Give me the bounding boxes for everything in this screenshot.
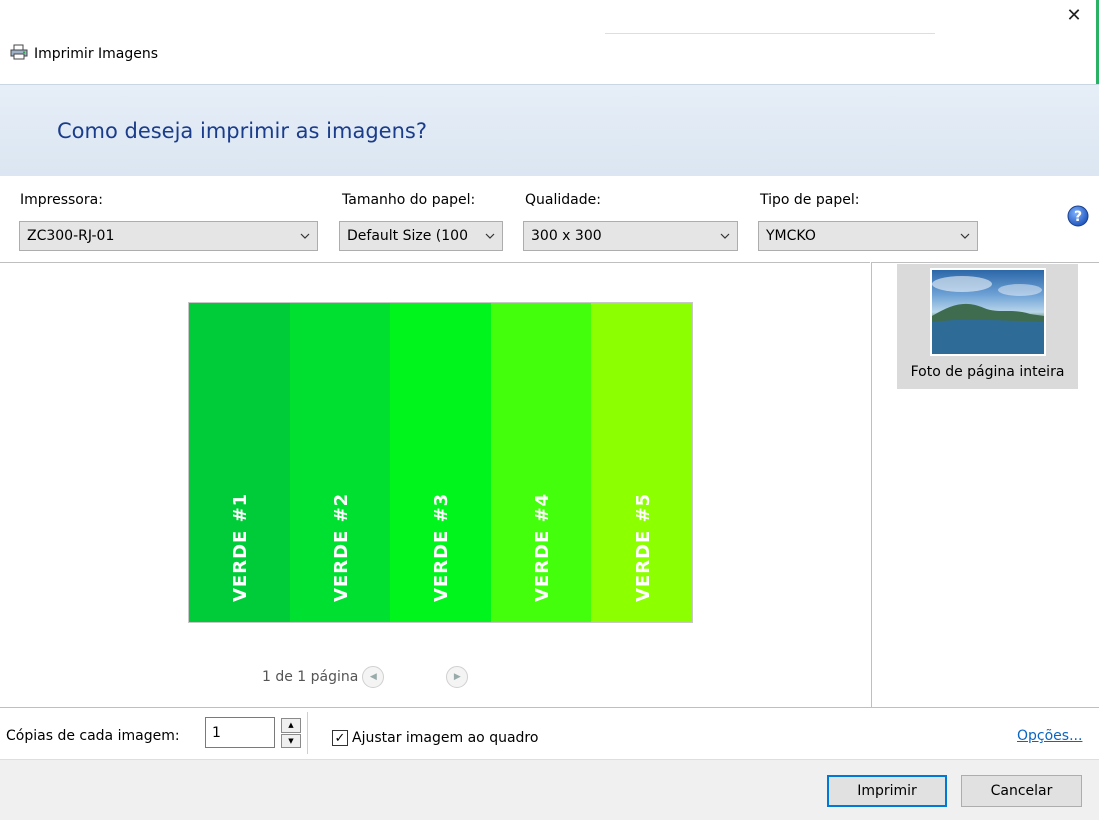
paper-type-select[interactable]: YMCKO (758, 221, 978, 251)
printer-icon (10, 44, 28, 64)
preview-stripe: VERDE #3 (390, 303, 491, 622)
header-band: Como deseja imprimir as imagens? (0, 84, 1099, 176)
copies-label: Cópias de cada imagem: (6, 728, 180, 744)
stripe-label: VERDE #3 (431, 492, 453, 602)
print-button[interactable]: Imprimir (827, 775, 947, 807)
next-page-button[interactable]: ▶ (446, 666, 469, 688)
copies-row: Cópias de cada imagem: 1 ▲ ▼ ✓ Ajustar i… (0, 707, 1099, 759)
printer-label: Impressora: (20, 192, 103, 208)
close-button[interactable]: ✕ (1054, 0, 1094, 30)
preview-area: VERDE #1 VERDE #2 VERDE #3 VERDE #4 VERDE #5… (0, 262, 870, 707)
layout-full-page-photo[interactable]: Foto de página inteira (897, 264, 1078, 389)
quality-value: 300 x 300 (531, 228, 602, 244)
printer-select[interactable]: ZC300-RJ-01 (19, 221, 318, 251)
fit-to-frame-label: Ajustar imagem ao quadro (352, 730, 539, 746)
stripe-label: VERDE #2 (330, 492, 352, 602)
paper-type-value: YMCKO (766, 228, 816, 244)
divider (307, 712, 308, 754)
preview-stripe: VERDE #5 (591, 303, 692, 622)
dialog-footer: Imprimir Cancelar (0, 759, 1099, 820)
page-count-text: 1 de 1 página (262, 669, 359, 685)
close-icon: ✕ (1066, 4, 1082, 26)
help-icon[interactable]: ? (1067, 205, 1089, 227)
chevron-down-icon (485, 233, 495, 239)
decrement-button[interactable]: ▼ (281, 733, 301, 748)
pager: 1 de 1 página ◀ ▶ (262, 666, 469, 688)
prev-page-button[interactable]: ◀ (362, 666, 385, 688)
paper-size-label: Tamanho do papel: (342, 192, 476, 208)
print-button-label: Imprimir (857, 783, 917, 799)
preview-stripe: VERDE #4 (490, 303, 592, 622)
cancel-button-label: Cancelar (990, 783, 1053, 799)
arrow-down-icon: ▼ (288, 736, 294, 745)
window-title-text: Imprimir Imagens (34, 46, 159, 62)
copies-spinner: ▲ ▼ (281, 718, 301, 748)
checkbox-box: ✓ (332, 730, 348, 746)
printer-value: ZC300-RJ-01 (27, 228, 115, 244)
preview-stripe: VERDE #2 (289, 303, 391, 622)
arrow-up-icon: ▲ (288, 721, 294, 730)
help-glyph: ? (1074, 209, 1082, 225)
chevron-down-icon (720, 233, 730, 239)
copies-value: 1 (212, 724, 221, 741)
print-settings: Impressora: ZC300-RJ-01 Tamanho do papel… (0, 176, 1099, 262)
copies-input[interactable]: 1 (205, 717, 275, 748)
page-title: Como deseja imprimir as imagens? (57, 119, 427, 143)
chevron-down-icon (300, 233, 310, 239)
layout-panel: Foto de página inteira (871, 262, 1099, 707)
preview-stripe: VERDE #1 (189, 303, 290, 622)
decorative-line (605, 33, 935, 34)
quality-select[interactable]: 300 x 300 (523, 221, 738, 251)
options-link[interactable]: Opções... (1017, 728, 1082, 744)
stripe-label: VERDE #4 (532, 492, 554, 602)
checkmark-icon: ✓ (334, 730, 346, 746)
stripe-label: VERDE #5 (632, 492, 654, 602)
paper-type-label: Tipo de papel: (760, 192, 860, 208)
title-bar: ✕ Imprimir Imagens (0, 0, 1099, 90)
quality-label: Qualidade: (525, 192, 601, 208)
cancel-button[interactable]: Cancelar (961, 775, 1082, 807)
stripe-label: VERDE #1 (230, 492, 252, 602)
chevron-down-icon (960, 233, 970, 239)
layout-thumbnail (930, 268, 1046, 356)
increment-button[interactable]: ▲ (281, 718, 301, 733)
arrow-left-icon: ◀ (369, 672, 377, 682)
paper-size-value: Default Size (100 (347, 228, 468, 244)
arrow-right-icon: ▶ (453, 672, 461, 682)
layout-label: Foto de página inteira (910, 364, 1065, 380)
print-preview: VERDE #1 VERDE #2 VERDE #3 VERDE #4 VERDE #5 (188, 302, 693, 623)
paper-size-select[interactable]: Default Size (100 (339, 221, 503, 251)
fit-to-frame-checkbox[interactable]: ✓ Ajustar imagem ao quadro (332, 730, 538, 746)
window-title: Imprimir Imagens (10, 44, 158, 64)
